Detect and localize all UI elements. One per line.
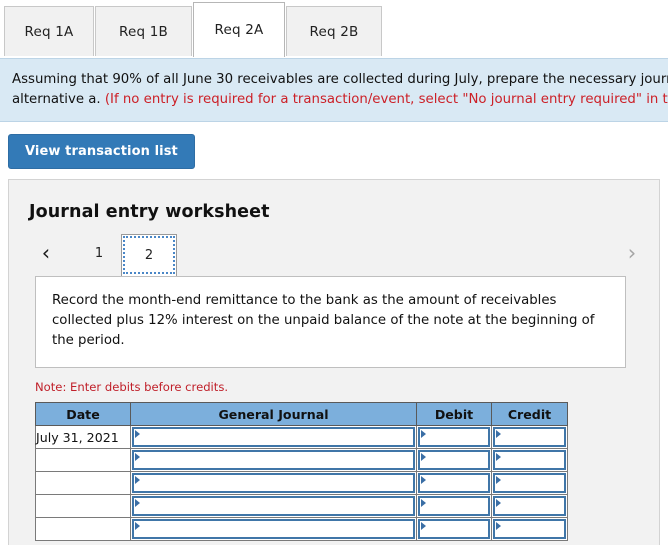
column-header-general-journal: General Journal [130,402,417,426]
cell-date [35,517,131,541]
table-row [35,448,568,472]
cell-credit [491,448,568,472]
cell-date [35,471,131,495]
account-select-input[interactable] [132,427,415,447]
debit-amount-input[interactable] [418,496,490,516]
credit-amount-input[interactable] [493,496,566,516]
credit-amount-input[interactable] [493,450,566,470]
cell-debit [416,471,492,495]
account-select-input[interactable] [132,496,415,516]
transaction-description-box: Record the month-end remittance to the b… [35,276,626,368]
instruction-text-part1: Assuming that 90% of all June 30 receiva… [12,72,668,87]
chevron-left-icon[interactable]: ‹ [33,234,59,272]
cell-date [35,448,131,472]
tab-label: Req 2B [309,23,359,40]
table-row: July 31, 2021 [35,425,568,449]
instruction-text: Assuming that 90% of all June 30 receiva… [12,70,668,110]
tab-req-2a[interactable]: Req 2A [193,2,285,57]
cell-debit [416,448,492,472]
journal-entry-worksheet-panel: Journal entry worksheet ‹ 1 2 › Record t… [8,179,660,545]
tab-label: Req 1A [24,23,74,40]
tab-req-2b[interactable]: Req 2B [286,6,382,56]
account-select-input[interactable] [132,473,415,493]
debit-amount-input[interactable] [418,473,490,493]
table-row [35,471,568,495]
worksheet-page-1[interactable]: 1 [77,234,121,272]
table-header-row: Date General Journal Debit Credit [35,402,568,426]
instruction-text-warning: (If no entry is required for a transacti… [104,92,668,107]
cell-debit [416,494,492,518]
worksheet-pager: ‹ 1 2 › [9,234,659,276]
account-select-input[interactable] [132,519,415,539]
cell-general-journal [130,425,417,449]
cell-general-journal [130,517,417,541]
cell-general-journal [130,471,417,495]
debit-amount-input[interactable] [418,450,490,470]
cell-credit [491,494,568,518]
chevron-right-icon[interactable]: › [619,234,645,272]
view-transaction-list-button[interactable]: View transaction list [8,134,195,169]
cell-credit [491,517,568,541]
debit-amount-input[interactable] [418,427,490,447]
table-row [35,494,568,518]
cell-date [35,494,131,518]
tab-req-1a[interactable]: Req 1A [4,6,94,56]
credit-amount-input[interactable] [493,473,566,493]
journal-entry-table: Date General Journal Debit Credit July 3… [35,402,568,541]
toolbar: View transaction list [0,122,668,179]
instruction-banner: Assuming that 90% of all June 30 receiva… [0,58,668,122]
column-header-credit: Credit [491,402,568,426]
account-select-input[interactable] [132,450,415,470]
transaction-description-text: Record the month-end remittance to the b… [52,293,595,348]
cell-date: July 31, 2021 [35,425,131,449]
column-header-date: Date [35,402,131,426]
tab-label: Req 1B [119,23,168,40]
cell-credit [491,425,568,449]
debits-before-credits-note: Note: Enter debits before credits. [35,380,229,394]
tab-label: Req 2A [214,22,264,38]
cell-general-journal [130,494,417,518]
credit-amount-input[interactable] [493,519,566,539]
page-title: Journal entry worksheet [29,202,270,222]
worksheet-page-2[interactable]: 2 [121,234,177,276]
cell-general-journal [130,448,417,472]
requirement-tabs: Req 1A Req 1B Req 2A Req 2B [0,0,668,58]
tab-req-1b[interactable]: Req 1B [95,6,192,56]
credit-amount-input[interactable] [493,427,566,447]
column-header-debit: Debit [416,402,492,426]
cell-credit [491,471,568,495]
cell-debit [416,425,492,449]
page-root: Req 1A Req 1B Req 2A Req 2B Assuming tha… [0,0,668,545]
debit-amount-input[interactable] [418,519,490,539]
cell-debit [416,517,492,541]
table-row [35,517,568,541]
